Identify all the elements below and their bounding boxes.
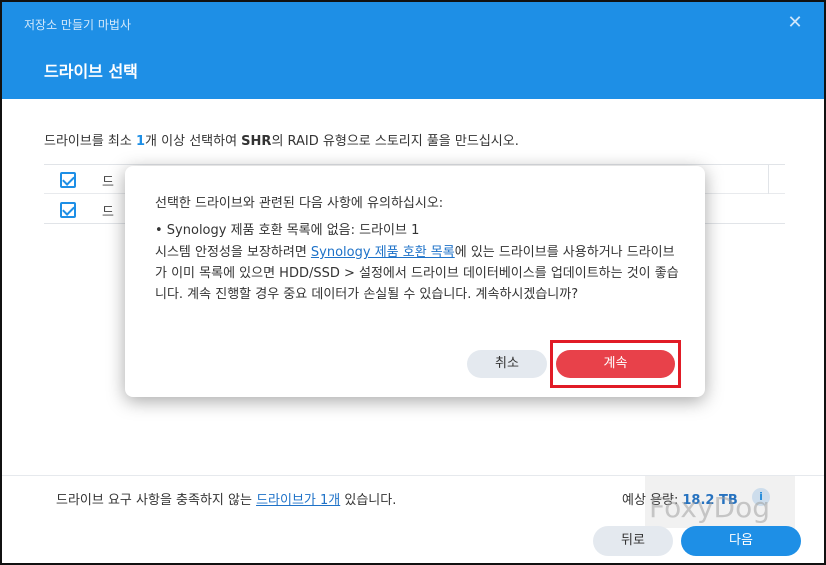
modal-overlay: 선택한 드라이브와 관련된 다음 사항에 유의하십시오: • Synology … [2,2,824,563]
cancel-button[interactable]: 취소 [467,350,547,378]
compatibility-warning-dialog: 선택한 드라이브와 관련된 다음 사항에 유의하십시오: • Synology … [125,166,705,397]
continue-button[interactable]: 계속 [556,350,675,378]
dialog-title: 선택한 드라이브와 관련된 다음 사항에 유의하십시오: [155,196,444,211]
compatibility-list-link[interactable]: Synology 제품 호환 목록 [311,245,455,260]
dialog-bullet: • Synology 제품 호환 목록에 없음: 드라이브 1 [155,223,420,238]
dialog-body: 시스템 안정성을 보장하려면 Synology 제품 호환 목록에 있는 드라이… [155,245,679,302]
storage-wizard-window: 저장소 만들기 마법사 ✕ 드라이브 선택 드라이브를 최소 1개 이상 선택하… [0,0,826,565]
